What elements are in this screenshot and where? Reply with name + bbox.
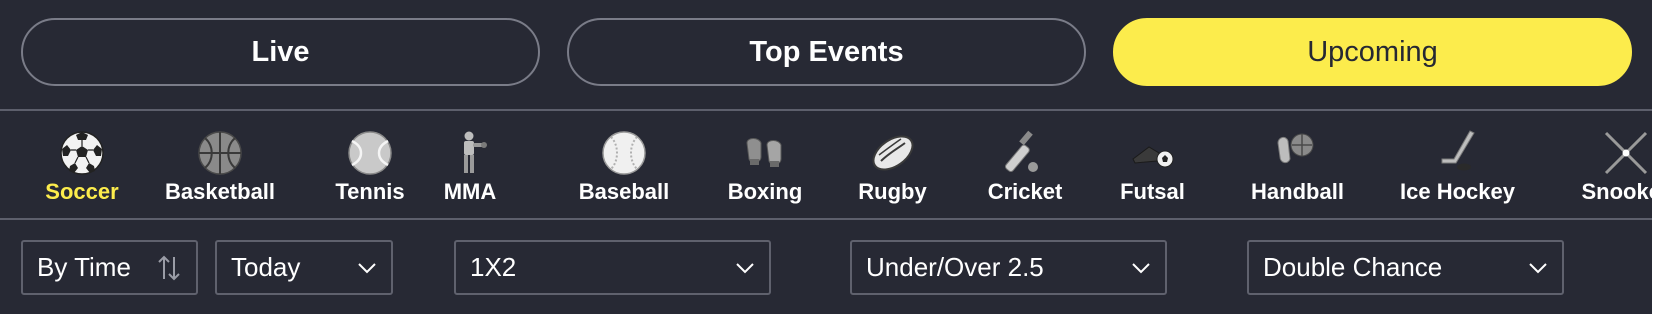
divider (0, 218, 1652, 220)
rugby-ball-icon (871, 135, 914, 171)
sort-value: By Time (37, 252, 131, 282)
sport-label: MMA (443, 179, 497, 204)
sport-handball[interactable]: Handball (1240, 111, 1355, 218)
sport-label: Ice Hockey (1400, 179, 1515, 204)
sport-rugby[interactable]: Rugby (845, 111, 940, 218)
chevron-down-icon (736, 262, 754, 273)
sport-label: Tennis (335, 179, 405, 204)
sport-boxing[interactable]: Boxing (715, 111, 815, 218)
tab-upcoming[interactable]: Upcoming (1113, 18, 1632, 86)
sport-mma[interactable]: MMA (430, 111, 510, 218)
soccer-ball-icon (60, 131, 104, 175)
sports-bar: Soccer Basketball Tennis MMA Baseball Bo… (0, 111, 1652, 218)
chevron-down-icon (1132, 262, 1150, 273)
hockey-stick-icon (1441, 130, 1475, 171)
date-value: Today (231, 252, 301, 282)
sport-label: Baseball (578, 179, 670, 204)
sport-cricket[interactable]: Cricket (980, 111, 1070, 218)
sport-label: Basketball (164, 179, 276, 204)
sport-ice-hockey[interactable]: Ice Hockey (1395, 111, 1520, 218)
tab-top-events[interactable]: Top Events (567, 18, 1086, 86)
sort-arrows-icon (158, 255, 180, 280)
date-select[interactable]: Today (215, 240, 393, 295)
sport-futsal[interactable]: Futsal (1110, 111, 1195, 218)
sport-label: Boxing (727, 179, 803, 204)
event-tabs: Live Top Events Upcoming (0, 0, 1652, 110)
market-select-1x2[interactable]: 1X2 (454, 240, 771, 295)
sport-label: Futsal (1120, 179, 1185, 204)
sport-label: Rugby (858, 179, 927, 204)
sort-select[interactable]: By Time (21, 240, 198, 295)
market-select-under-over[interactable]: Under/Over 2.5 (850, 240, 1167, 295)
sport-label: Snooker (1581, 179, 1652, 204)
handball-icon (1276, 133, 1313, 164)
snooker-cues-icon (1604, 131, 1647, 175)
sport-basketball[interactable]: Basketball (155, 111, 285, 218)
sport-label: Handball (1251, 179, 1344, 204)
chevron-down-icon (358, 262, 376, 273)
tennis-ball-icon (348, 131, 392, 175)
market-value: Double Chance (1263, 252, 1443, 282)
sport-label: Cricket (987, 179, 1063, 204)
baseball-icon (602, 131, 646, 175)
sport-baseball[interactable]: Baseball (565, 111, 683, 218)
sport-tennis[interactable]: Tennis (315, 111, 425, 218)
cricket-bat-icon (1005, 130, 1038, 172)
fighter-icon (464, 131, 487, 173)
sport-snooker[interactable]: Snooker (1568, 111, 1652, 218)
chevron-down-icon (1529, 262, 1547, 273)
sport-label: Soccer (45, 179, 119, 204)
sport-soccer[interactable]: Soccer (30, 111, 134, 218)
market-value: 1X2 (470, 252, 517, 282)
basketball-icon (198, 131, 242, 175)
futsal-shoe-icon (1131, 146, 1173, 168)
market-value: Under/Over 2.5 (866, 252, 1044, 282)
tab-live[interactable]: Live (21, 18, 540, 86)
market-select-double-chance[interactable]: Double Chance (1247, 240, 1564, 295)
window-edge (1652, 0, 1658, 314)
boxing-gloves-icon (746, 138, 782, 167)
